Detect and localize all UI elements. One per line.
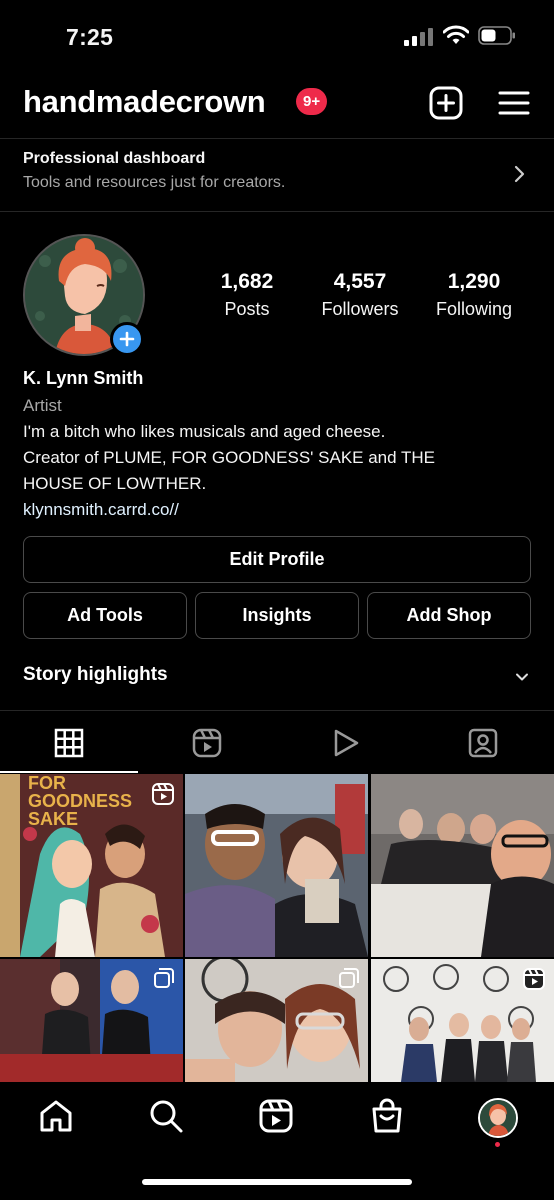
- username-title[interactable]: handmadecrown: [23, 84, 266, 120]
- bio-line: HOUSE OF LOWTHER.: [23, 474, 207, 493]
- bio-link[interactable]: klynnsmith.carrd.co//: [23, 498, 533, 524]
- dashboard-title: Professional dashboard: [23, 150, 206, 167]
- reels-icon[interactable]: [258, 1098, 294, 1134]
- tab-videos[interactable]: [276, 712, 414, 774]
- stat-followers[interactable]: 4,557 Followers: [305, 270, 415, 320]
- wifi-icon: [443, 25, 469, 44]
- profile-tabs: [0, 712, 554, 774]
- post-image: [185, 774, 368, 957]
- status-bar: 7:25: [0, 0, 554, 70]
- stat-label: Following: [435, 299, 513, 319]
- active-tab-indicator: [0, 771, 138, 773]
- home-indicator: [142, 1179, 412, 1185]
- notification-dot: [495, 1142, 500, 1147]
- plus-icon: [119, 331, 135, 347]
- profile-header: handmadecrown 9+: [0, 78, 554, 130]
- insights-button[interactable]: Insights: [195, 592, 359, 639]
- profile-bio: K. Lynn Smith Artist I'm a bitch who lik…: [23, 368, 533, 524]
- chevron-down-icon: [516, 673, 528, 681]
- add-story-button[interactable]: [110, 322, 144, 356]
- stat-value: 1,682: [220, 270, 274, 293]
- battery-icon: [478, 26, 515, 45]
- chevron-right-icon: [514, 165, 525, 183]
- bio-line: I'm a bitch who likes musicals and aged …: [23, 422, 386, 441]
- stat-value: 1,290: [447, 270, 501, 293]
- dashboard-subtitle: Tools and resources just for creators.: [23, 174, 286, 191]
- reels-icon: [523, 968, 545, 990]
- stat-value: 4,557: [333, 270, 387, 293]
- display-name: K. Lynn Smith: [23, 368, 144, 388]
- post-grid: FOR GOODNESS SAKE: [0, 774, 554, 1082]
- add-shop-button[interactable]: Add Shop: [367, 592, 531, 639]
- cellular-signal-icon: [404, 28, 433, 46]
- story-highlights-title: Story highlights: [23, 664, 168, 685]
- carousel-icon: [154, 968, 174, 988]
- tab-grid[interactable]: [0, 712, 138, 774]
- stat-label: Posts: [224, 299, 270, 319]
- play-icon: [334, 729, 359, 757]
- edit-profile-button[interactable]: Edit Profile: [23, 536, 531, 583]
- post-thumbnail[interactable]: FOR GOODNESS SAKE: [0, 774, 183, 957]
- carousel-icon: [339, 968, 359, 988]
- stat-following[interactable]: 1,290 Following: [419, 270, 529, 320]
- reels-icon: [192, 728, 222, 758]
- tab-reels[interactable]: [138, 712, 276, 774]
- stat-posts[interactable]: 1,682 Posts: [192, 270, 302, 320]
- profile-category: Artist: [23, 396, 62, 415]
- post-thumbnail[interactable]: [371, 774, 554, 957]
- notification-badge[interactable]: 9+: [296, 88, 328, 115]
- dashboard-divider: [0, 211, 554, 212]
- story-highlights-toggle[interactable]: Story highlights: [23, 664, 533, 694]
- shop-icon[interactable]: [369, 1098, 405, 1134]
- tab-tagged[interactable]: [414, 712, 552, 774]
- ad-tools-button[interactable]: Ad Tools: [23, 592, 187, 639]
- avatar-illustration: [480, 1100, 516, 1136]
- home-icon[interactable]: [38, 1098, 74, 1134]
- grid-icon: [54, 728, 84, 758]
- professional-dashboard[interactable]: Professional dashboard Tools and resourc…: [0, 139, 554, 211]
- highlights-divider: [0, 710, 554, 711]
- post-thumbnail[interactable]: [185, 774, 368, 957]
- profile-avatar-tab[interactable]: [478, 1098, 518, 1138]
- hamburger-menu-icon[interactable]: [497, 86, 531, 120]
- status-time: 7:25: [66, 24, 114, 50]
- tagged-icon: [468, 728, 498, 758]
- reels-icon: [152, 783, 174, 805]
- post-cover-text: FOR GOODNESS SAKE: [28, 774, 133, 829]
- post-image: [371, 774, 554, 957]
- stat-label: Followers: [321, 299, 399, 319]
- bio-line: Creator of PLUME, FOR GOODNESS' SAKE and…: [23, 448, 436, 467]
- new-post-icon[interactable]: [429, 86, 463, 120]
- search-icon[interactable]: [148, 1098, 184, 1134]
